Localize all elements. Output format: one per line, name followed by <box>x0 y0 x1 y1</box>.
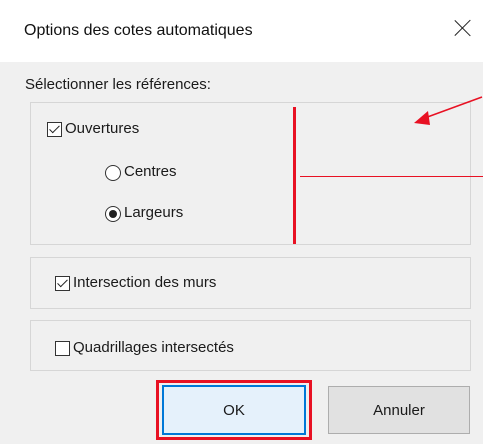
close-icon[interactable] <box>449 14 477 42</box>
wall-intersection-checkbox[interactable] <box>55 276 70 291</box>
openings-checkbox[interactable] <box>47 122 62 137</box>
annotation-arrow-icon <box>414 96 483 125</box>
wall-intersection-label: Intersection des murs <box>73 274 217 291</box>
centers-radio[interactable] <box>105 165 121 181</box>
cancel-button-label: Annuler <box>373 401 425 419</box>
ok-button-highlight <box>156 380 312 440</box>
auto-dimension-options-dialog: Options des cotes automatiques Sélection… <box>0 0 483 444</box>
annotation-horizontal-line <box>300 176 483 177</box>
grid-intersection-label: Quadrillages intersectés <box>73 339 234 356</box>
openings-label: Ouvertures <box>65 120 140 137</box>
dialog-title: Options des cotes automatiques <box>24 22 253 39</box>
annotation-vertical-bar <box>293 107 296 244</box>
widths-radio[interactable] <box>105 206 121 222</box>
centers-label: Centres <box>124 163 177 180</box>
grid-intersection-checkbox[interactable] <box>55 341 70 356</box>
cancel-button[interactable]: Annuler <box>328 386 470 434</box>
title-bar: Options des cotes automatiques <box>0 0 483 62</box>
widths-label: Largeurs <box>124 204 184 221</box>
select-references-label: Sélectionner les références: <box>25 76 211 93</box>
